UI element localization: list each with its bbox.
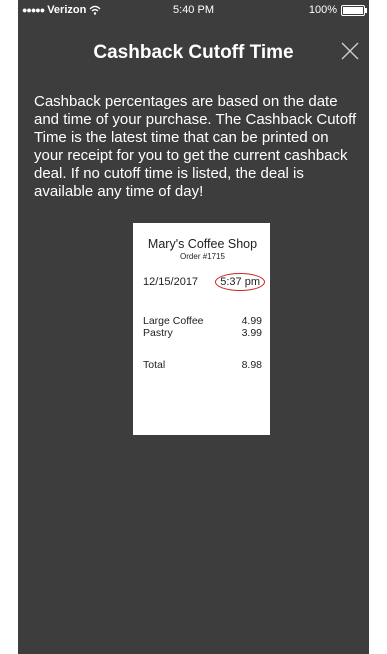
receipt-item-name: Pastry	[143, 327, 173, 339]
receipt-order-number: Order #1715	[180, 252, 225, 261]
close-icon	[341, 42, 359, 60]
receipt-item-price: 3.99	[241, 327, 262, 339]
receipt-item-row: Pastry 3.99	[143, 327, 262, 339]
modal-screen: ●●●●● Verizon 5:40 PM 100% Cashback Cuto…	[18, 0, 369, 654]
status-bar: ●●●●● Verizon 5:40 PM 100%	[18, 0, 369, 20]
receipt-date-row: 12/15/2017 5:37 pm	[143, 273, 265, 291]
battery-fill	[343, 6, 363, 14]
battery-icon	[341, 4, 367, 16]
receipt-total-value: 8.98	[241, 359, 262, 371]
receipt-total-row: Total 8.98	[143, 359, 262, 371]
sample-receipt: Mary's Coffee Shop Order #1715 12/15/201…	[133, 223, 270, 435]
battery-percent: 100%	[308, 4, 337, 16]
cutoff-description: Cashback percentages are based on the da…	[34, 93, 357, 200]
receipt-item-row: Large Coffee 4.99	[143, 315, 262, 327]
receipt-total-label: Total	[143, 359, 166, 371]
receipt-shop-name: Mary's Coffee Shop	[147, 237, 258, 251]
status-right: 100%	[308, 4, 367, 16]
receipt-items: Large Coffee 4.99 Pastry 3.99	[143, 315, 262, 339]
receipt-item-name: Large Coffee	[143, 315, 204, 327]
page-title: Cashback Cutoff Time	[93, 42, 294, 63]
receipt-item-price: 4.99	[241, 315, 262, 327]
receipt-time-highlighted: 5:37 pm	[215, 273, 265, 291]
receipt-date: 12/15/2017	[143, 276, 199, 288]
close-button[interactable]	[339, 40, 361, 62]
